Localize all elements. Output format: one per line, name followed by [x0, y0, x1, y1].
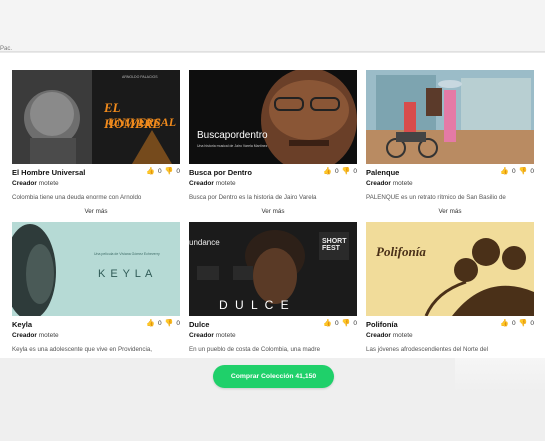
dislike-count: 0 [530, 320, 534, 327]
film-title[interactable]: Keyla [12, 320, 32, 329]
film-description: PALENQUE es un retrato rítmico de San Ba… [366, 194, 506, 201]
thumb-small-text: undance [189, 238, 220, 247]
see-more-link[interactable]: Ver más [366, 208, 534, 215]
footer-shadow [455, 358, 545, 391]
thumbs-down-icon[interactable]: 👎 [519, 320, 528, 327]
creator-name[interactable]: motete [216, 332, 236, 339]
film-description: En un pueblo de costa de Colombia, una m… [189, 346, 321, 353]
thumb-title-line-1: Polifonía [376, 244, 426, 259]
thumbs-up-icon[interactable]: 👍 [146, 168, 155, 175]
see-more-link[interactable]: Ver más [12, 208, 180, 215]
header-fragment: Pac. [0, 46, 13, 52]
festival-badge-text: SHORT FEST [322, 238, 347, 252]
film-thumbnail[interactable]: Buscapordentro Una historia musical de J… [189, 70, 357, 164]
film-description: Las jóvenes afrodescendientes del Norte … [366, 346, 489, 353]
thumbs-up-icon[interactable]: 👍 [500, 320, 509, 327]
film-card-polifonia[interactable]: Polifonía Polifonía 👍 0 👎 0 Creador mote… [366, 222, 534, 355]
film-description: Colombia tiene una deuda enorme con Arno… [12, 194, 142, 201]
creator-label: Creador [12, 180, 37, 187]
creator-name[interactable]: motete [39, 332, 59, 339]
creator-label: Creador [12, 332, 37, 339]
dislike-count: 0 [353, 168, 357, 175]
dislike-count: 0 [353, 320, 357, 327]
film-card-el-hombre-universal[interactable]: ARNOLDO PALACIOS EL HOMBRE UNIVERSAL El … [12, 70, 180, 215]
film-description: Keyla es una adolescente que vive en Pro… [12, 346, 152, 353]
thumbs-up-icon[interactable]: 👍 [323, 168, 332, 175]
creator-name[interactable]: motete [39, 180, 59, 187]
thumbs-up-icon[interactable]: 👍 [500, 168, 509, 175]
thumbs-down-icon[interactable]: 👎 [519, 168, 528, 175]
thumb-small-text: Una película de Viviana Gómez Echeverry [94, 252, 160, 256]
like-count: 0 [158, 168, 162, 175]
buy-collection-button[interactable]: Comprar Colección 41,150 [213, 365, 334, 388]
dislike-count: 0 [176, 320, 180, 327]
creator-name[interactable]: motete [393, 180, 413, 187]
like-count: 0 [512, 168, 516, 175]
film-title[interactable]: Polifonía [366, 320, 398, 329]
thumbs-down-icon[interactable]: 👎 [342, 168, 351, 175]
top-strip: Pac. [0, 0, 545, 52]
creator-name[interactable]: motete [216, 180, 236, 187]
thumb-small-text: ARNOLDO PALACIOS [122, 75, 158, 79]
film-thumbnail[interactable]: Polifonía [366, 222, 534, 316]
thumbs-down-icon[interactable]: 👎 [165, 320, 174, 327]
film-title[interactable]: Palenque [366, 168, 399, 177]
film-card-busca-por-dentro[interactable]: Buscapordentro Una historia musical de J… [189, 70, 357, 215]
creator-label: Creador [189, 180, 214, 187]
like-count: 0 [335, 320, 339, 327]
film-card-keyla[interactable]: Una película de Viviana Gómez Echeverry … [12, 222, 180, 355]
creator-name[interactable]: motete [393, 332, 413, 339]
thumb-title-line-1: Buscapordentro [197, 130, 268, 141]
film-description: Busca por Dentro es la historia de Jairo… [189, 194, 317, 201]
thumb-small-text: Una historia musical de Jairo Varela Mar… [197, 144, 268, 148]
see-more-link[interactable]: Ver más [189, 208, 357, 215]
collection-grid: ARNOLDO PALACIOS EL HOMBRE UNIVERSAL El … [0, 53, 545, 358]
thumbs-down-icon[interactable]: 👎 [342, 320, 351, 327]
film-thumbnail[interactable] [366, 70, 534, 164]
film-thumbnail[interactable]: undance SHORT FEST D U L C E [189, 222, 357, 316]
film-card-dulce[interactable]: undance SHORT FEST D U L C E Dulce 👍 0 👎… [189, 222, 357, 355]
dislike-count: 0 [530, 168, 534, 175]
film-thumbnail[interactable]: ARNOLDO PALACIOS EL HOMBRE UNIVERSAL [12, 70, 180, 164]
film-title[interactable]: Busca por Dentro [189, 168, 252, 177]
film-title[interactable]: Dulce [189, 320, 209, 329]
thumbs-up-icon[interactable]: 👍 [323, 320, 332, 327]
like-count: 0 [512, 320, 516, 327]
creator-label: Creador [189, 332, 214, 339]
like-count: 0 [335, 168, 339, 175]
thumb-title-line-1: D U L C E [219, 298, 291, 312]
film-card-palenque[interactable]: Palenque 👍 0 👎 0 Creador motete PALENQUE… [366, 70, 534, 215]
dislike-count: 0 [176, 168, 180, 175]
thumbs-down-icon[interactable]: 👎 [165, 168, 174, 175]
thumb-title-line-2: UNIVERSAL [108, 115, 177, 129]
like-count: 0 [158, 320, 162, 327]
creator-label: Creador [366, 332, 391, 339]
creator-label: Creador [366, 180, 391, 187]
film-title[interactable]: El Hombre Universal [12, 168, 85, 177]
thumb-title-line-1: K E Y L A [98, 268, 154, 280]
thumbs-up-icon[interactable]: 👍 [146, 320, 155, 327]
film-thumbnail[interactable]: Una película de Viviana Gómez Echeverry … [12, 222, 180, 316]
